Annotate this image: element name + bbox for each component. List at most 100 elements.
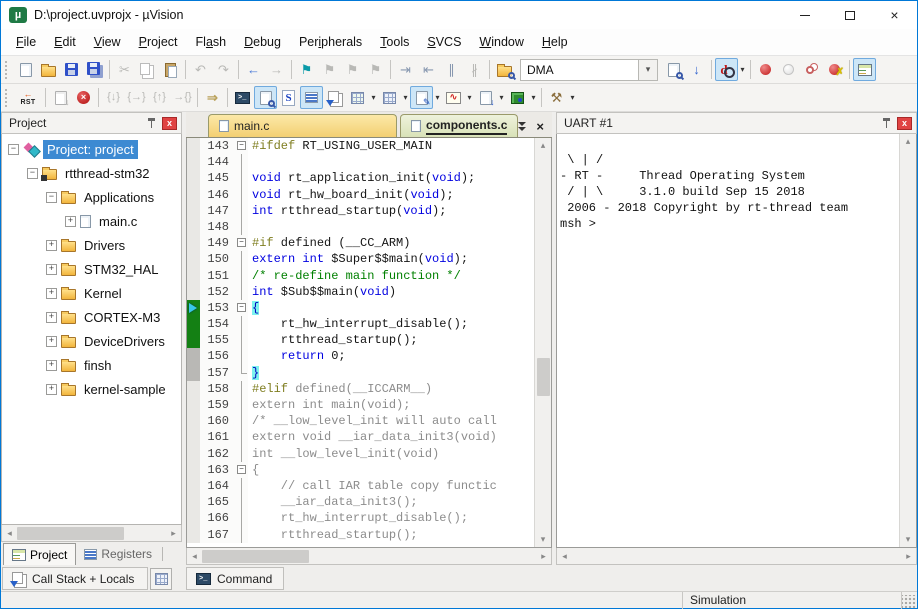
scrollbar-thumb[interactable] — [17, 527, 124, 540]
target-select-dropdown[interactable]: ▾ — [638, 59, 658, 81]
scroll-left-icon[interactable]: ◂ — [2, 526, 17, 541]
editor-hscrollbar[interactable]: ◂ ▸ — [186, 548, 552, 565]
paste-button[interactable] — [159, 58, 182, 81]
save-all-button[interactable] — [83, 58, 106, 81]
tree-expander[interactable]: + — [46, 288, 57, 299]
scroll-down-icon[interactable]: ▾ — [536, 532, 551, 547]
insert-breakpoint-button[interactable] — [754, 58, 777, 81]
maximize-button[interactable] — [827, 1, 872, 29]
tab-registers[interactable]: Registers — [76, 543, 160, 565]
fold-margin[interactable]: − — [236, 462, 248, 478]
run-to-cursor-button[interactable]: →{} — [171, 86, 194, 109]
kill-all-breakpoints-button[interactable] — [823, 58, 846, 81]
uart-hscrollbar[interactable]: ◂ ▸ — [556, 548, 917, 565]
bookmark-clear-all-button[interactable]: ⚑ — [364, 58, 387, 81]
scroll-down-icon[interactable]: ▾ — [901, 532, 916, 547]
memory-window-button[interactable] — [378, 86, 401, 109]
pin-icon[interactable] — [147, 117, 157, 129]
minimize-button[interactable] — [782, 1, 827, 29]
code-area[interactable]: 143−#ifdef RT_USING_USER_MAIN144145void … — [187, 138, 534, 547]
tree-expander[interactable]: − — [27, 168, 38, 179]
menu-window[interactable]: Window — [470, 31, 532, 53]
bookmark-next-button[interactable]: ⚑ — [341, 58, 364, 81]
symbol-window-button[interactable]: S — [277, 86, 300, 109]
memory-view-button[interactable] — [150, 568, 172, 590]
tree-item-project-project[interactable]: −Project: project — [2, 137, 181, 161]
target-select-value[interactable]: DMA — [520, 59, 638, 81]
find-in-document-button[interactable] — [662, 58, 685, 81]
registers-window-button[interactable] — [300, 86, 323, 109]
reset-cpu-button[interactable]: ← RST — [14, 86, 42, 109]
close-document-button[interactable]: × — [536, 120, 544, 133]
find-in-files-button[interactable] — [493, 58, 516, 81]
tree-item-finsh[interactable]: +finsh — [2, 353, 181, 377]
copy-button[interactable] — [136, 58, 159, 81]
tree-expander[interactable]: + — [46, 312, 57, 323]
debug-session-dropdown[interactable]: ▾ — [738, 58, 747, 81]
trace-window-button[interactable]: ↓ — [474, 86, 497, 109]
disassembly-window-button[interactable] — [254, 86, 277, 109]
trace-window-dropdown[interactable]: ▾ — [497, 86, 506, 109]
redo-button[interactable]: ↷ — [212, 58, 235, 81]
scroll-up-icon[interactable]: ▴ — [536, 138, 551, 153]
comment-button[interactable]: ∥ — [440, 58, 463, 81]
uart-output[interactable]: \ | / - RT - Thread Operating System / |… — [557, 134, 899, 547]
uart-panel-close-button[interactable]: x — [897, 117, 912, 130]
tree-item-drivers[interactable]: +Drivers — [2, 233, 181, 257]
new-file-button[interactable] — [14, 58, 37, 81]
analysis-window-button[interactable]: ∿ — [442, 86, 465, 109]
system-viewer-button[interactable] — [506, 86, 529, 109]
serial-window-dropdown[interactable]: ▾ — [433, 86, 442, 109]
indent-button[interactable]: ⇥ — [394, 58, 417, 81]
tree-expander[interactable]: + — [46, 360, 57, 371]
tree-expander[interactable]: + — [46, 336, 57, 347]
uncomment-button[interactable]: ∦ — [463, 58, 486, 81]
bookmark-toggle-button[interactable]: ⚑ — [295, 58, 318, 81]
toolbox-button[interactable]: ⚒ — [545, 86, 568, 109]
navigate-back-button[interactable]: ← — [242, 58, 265, 81]
tree-item-main-c[interactable]: +main.c — [2, 209, 181, 233]
editor-vscrollbar[interactable]: ▴ ▾ — [534, 138, 551, 547]
menu-project[interactable]: Project — [130, 31, 187, 53]
save-button[interactable] — [60, 58, 83, 81]
disable-all-breakpoints-button[interactable] — [800, 58, 823, 81]
analysis-window-dropdown[interactable]: ▾ — [465, 86, 474, 109]
uart-vscrollbar[interactable]: ▴ ▾ — [899, 134, 916, 547]
debug-session-button[interactable]: d — [715, 58, 738, 81]
menu-edit[interactable]: Edit — [45, 31, 85, 53]
scrollbar-thumb[interactable] — [537, 358, 550, 396]
stop-button[interactable]: × — [72, 86, 95, 109]
tab-main-c[interactable]: main.c — [208, 114, 397, 137]
scrollbar-thumb[interactable] — [202, 550, 309, 563]
close-button[interactable]: × — [872, 1, 917, 29]
tree-item-rtthread-stm32[interactable]: −rtthread-stm32 — [2, 161, 181, 185]
scroll-right-icon[interactable]: ▸ — [166, 526, 181, 541]
scroll-left-icon[interactable]: ◂ — [557, 549, 572, 564]
tree-item-applications[interactable]: −Applications — [2, 185, 181, 209]
fold-margin[interactable]: − — [236, 300, 248, 316]
fold-margin[interactable]: − — [236, 235, 248, 251]
cut-button[interactable]: ✂ — [113, 58, 136, 81]
navigate-forward-button[interactable]: → — [265, 58, 288, 81]
step-over-button[interactable]: {→} — [125, 86, 148, 109]
resize-grip[interactable] — [902, 595, 916, 609]
enable-disable-breakpoint-button[interactable] — [777, 58, 800, 81]
unindent-button[interactable]: ⇤ — [417, 58, 440, 81]
pin-icon[interactable] — [882, 117, 892, 129]
tree-item-kernel[interactable]: +Kernel — [2, 281, 181, 305]
memory-window-dropdown[interactable]: ▾ — [401, 86, 410, 109]
tree-expander[interactable]: − — [46, 192, 57, 203]
tree-expander[interactable]: + — [46, 384, 57, 395]
tab-components-c[interactable]: components.c — [400, 114, 518, 137]
undo-button[interactable]: ↶ — [189, 58, 212, 81]
tree-item-stm32-hal[interactable]: +STM32_HAL — [2, 257, 181, 281]
toolbar-grip[interactable] — [5, 61, 10, 79]
call-stack-tab[interactable]: Call Stack + Locals — [2, 567, 148, 590]
tree-item-cortex-m3[interactable]: +CORTEX-M3 — [2, 305, 181, 329]
scroll-right-icon[interactable]: ▸ — [536, 549, 551, 564]
tree-expander[interactable]: + — [46, 240, 57, 251]
menu-view[interactable]: View — [85, 31, 130, 53]
menu-file[interactable]: File — [7, 31, 45, 53]
step-button[interactable]: {↓} — [102, 86, 125, 109]
watch-window-dropdown[interactable]: ▾ — [369, 86, 378, 109]
